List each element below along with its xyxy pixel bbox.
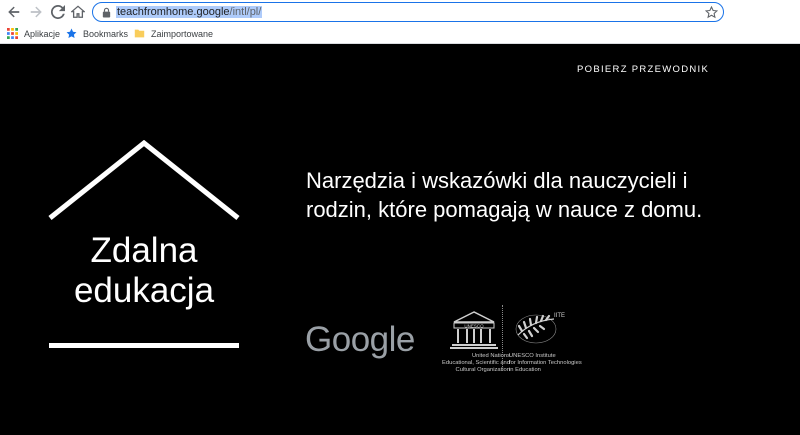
bookmark-star-icon[interactable] xyxy=(705,6,718,19)
apps-grid-icon xyxy=(7,28,18,39)
reload-button[interactable] xyxy=(48,2,68,22)
forward-button[interactable] xyxy=(26,2,46,22)
back-button[interactable] xyxy=(4,2,24,22)
logo-title: Zdalna edukacja xyxy=(40,231,248,311)
svg-text:UNESCO: UNESCO xyxy=(464,323,484,328)
house-base-line xyxy=(49,343,239,348)
bookmark-label: Zaimportowane xyxy=(151,28,214,39)
arrow-left-icon xyxy=(8,6,20,18)
iite-caption-line: UNESCO Institute xyxy=(509,353,556,359)
star-icon xyxy=(66,28,77,39)
iite-caption-line: for Information Technologies xyxy=(509,360,582,366)
bookmark-bookmarks[interactable]: Bookmarks xyxy=(66,24,128,43)
logo-title-line-1: Zdalna xyxy=(90,231,198,270)
page-content: POBIERZ PRZEWODNIK Zdalna edukacja Narzę… xyxy=(0,45,800,435)
reload-icon xyxy=(51,5,65,19)
folder-icon xyxy=(134,29,145,38)
unesco-caption: United Nations Educational, Scientific a… xyxy=(418,353,510,374)
bookmark-label: Aplikacje xyxy=(24,28,61,39)
arrow-right-icon xyxy=(30,6,42,18)
house-roof-icon xyxy=(48,140,240,220)
google-logo: Google xyxy=(305,320,415,359)
svg-text:IITE: IITE xyxy=(554,313,565,319)
address-bar[interactable]: teachfromhome.google/intl/pl/ xyxy=(92,2,724,22)
unesco-caption-line: Cultural Organization xyxy=(455,367,510,373)
bookmarks-bar: Aplikacje Bookmarks Zaimportowane xyxy=(0,24,800,44)
iite-emblem-icon: IITE xyxy=(515,313,565,344)
unesco-temple-icon: UNESCO xyxy=(450,311,498,349)
home-button[interactable] xyxy=(68,2,88,22)
iite-caption-line: in Education xyxy=(509,367,541,373)
bookmark-apps[interactable]: Aplikacje xyxy=(7,24,60,43)
bookmark-imported[interactable]: Zaimportowane xyxy=(134,24,213,43)
home-icon xyxy=(71,5,85,18)
bookmark-label: Bookmarks xyxy=(83,28,129,39)
lock-icon xyxy=(102,7,111,18)
browser-toolbar: teachfromhome.google/intl/pl/ xyxy=(0,0,800,24)
unesco-caption-line: United Nations xyxy=(471,353,510,359)
unesco-caption-line: Educational, Scientific and xyxy=(442,360,510,366)
logo-title-line-2: edukacja xyxy=(73,271,215,310)
iite-caption: UNESCO Institute for Information Technol… xyxy=(509,353,599,374)
download-guide-link[interactable]: POBIERZ PRZEWODNIK xyxy=(577,64,709,75)
partner-divider xyxy=(502,305,503,371)
url-text: teachfromhome.google/intl/pl/ xyxy=(116,6,263,18)
hero-tagline: Narzędzia i wskazówki dla nauczycieli i … xyxy=(306,168,703,222)
